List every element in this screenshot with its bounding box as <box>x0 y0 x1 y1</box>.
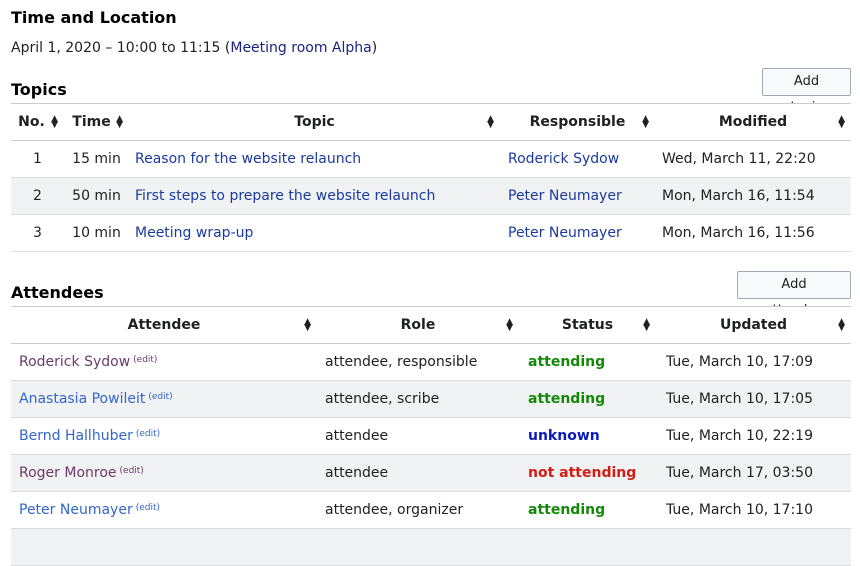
attendee-updated: Tue, March 10, 22:19 <box>656 417 851 455</box>
attendee-role: attendee, scribe <box>317 380 519 418</box>
time-location-heading: Time and Location <box>11 8 177 27</box>
col-header-attendee[interactable]: Attendee ▲ ▼ <box>11 306 317 344</box>
datetime-text: April 1, 2020 – 10:00 to 11:15 <box>11 40 221 56</box>
topic-time: 15 min <box>64 140 129 178</box>
edit-link[interactable]: (edit) <box>136 429 160 439</box>
attendee-updated: Tue, March 10, 17:05 <box>656 380 851 418</box>
sort-icon[interactable]: ▲ ▼ <box>642 115 649 130</box>
table-row: Bernd Hallhuber (edit) attendee unknown T… <box>11 417 851 455</box>
attendee-link[interactable]: Peter Neumayer <box>19 502 133 518</box>
edit-link[interactable]: (edit) <box>136 503 160 513</box>
edit-link[interactable]: (edit) <box>133 355 157 365</box>
sort-icon[interactable]: ▲ ▼ <box>506 318 513 333</box>
attendee-role: attendee, responsible <box>317 343 519 381</box>
attendee-role: attendee, organizer <box>317 491 519 529</box>
topic-link[interactable]: First steps to prepare the website relau… <box>135 188 435 204</box>
attendee-link[interactable]: Bernd Hallhuber <box>19 428 133 444</box>
topics-heading: Topics <box>11 80 67 99</box>
status-badge: attending <box>528 391 606 407</box>
sort-icon[interactable]: ▲ ▼ <box>643 318 650 333</box>
topic-link[interactable]: Meeting wrap-up <box>135 225 253 241</box>
attendees-table: Attendee ▲ ▼ Role ▲ ▼ Status ▲ ▼ Updated ▲ ▼ Rod… <box>11 306 851 566</box>
col-header-label: Topic <box>294 114 335 130</box>
topic-time: 10 min <box>64 214 129 252</box>
status-badge: not attending <box>528 465 637 481</box>
attendee-link[interactable]: Roderick Sydow <box>19 354 130 370</box>
topic-no: 1 <box>11 140 64 178</box>
col-header-role[interactable]: Role ▲ ▼ <box>317 306 519 344</box>
meeting-datetime: April 1, 2020 – 10:00 to 11:15 (Meeting … <box>11 40 378 56</box>
table-row: Peter Neumayer (edit) attendee, organizer… <box>11 491 851 529</box>
col-header-time[interactable]: Time ▲ ▼ <box>64 103 129 141</box>
attendee-updated: Tue, March 10, 17:10 <box>656 491 851 529</box>
topic-modified: Wed, March 11, 22:20 <box>655 140 851 178</box>
attendee-role: attendee <box>317 454 519 492</box>
topic-time: 50 min <box>64 177 129 215</box>
responsible-link[interactable]: Peter Neumayer <box>508 188 622 204</box>
topic-modified: Mon, March 16, 11:56 <box>655 214 851 252</box>
responsible-link[interactable]: Peter Neumayer <box>508 225 622 241</box>
edit-link[interactable]: (edit) <box>120 466 144 476</box>
topic-link[interactable]: Reason for the website relaunch <box>135 151 361 167</box>
attendee-updated: Tue, March 17, 03:50 <box>656 454 851 492</box>
sort-icon[interactable]: ▲ ▼ <box>838 318 845 333</box>
col-header-label: Status <box>561 317 614 333</box>
col-header-label: Updated <box>719 317 788 333</box>
sort-icon[interactable]: ▲ ▼ <box>304 318 311 333</box>
attendee-link[interactable]: Roger Monroe <box>19 465 117 481</box>
add-topic-button[interactable]: Add topic <box>762 68 851 115</box>
col-header-label: Attendee <box>127 317 201 333</box>
table-row: 3 10 min Meeting wrap-up Peter Neumayer … <box>11 214 851 252</box>
col-header-no[interactable]: No. ▲ ▼ <box>11 103 64 141</box>
col-header-modified[interactable]: Modified ▲ ▼ <box>655 103 851 141</box>
attendee-link[interactable]: Anastasia Powileit <box>19 391 145 407</box>
topic-no: 2 <box>11 177 64 215</box>
col-header-updated[interactable]: Updated ▲ ▼ <box>656 306 851 344</box>
col-header-label: No. <box>18 114 45 130</box>
table-row: 1 15 min Reason for the website relaunch… <box>11 140 851 178</box>
status-badge: unknown <box>528 428 600 444</box>
status-badge: attending <box>528 502 606 518</box>
sort-icon[interactable]: ▲ ▼ <box>116 115 123 130</box>
attendee-role: attendee <box>317 417 519 455</box>
col-header-topic[interactable]: Topic ▲ ▼ <box>129 103 500 141</box>
table-row-partial <box>11 528 851 566</box>
topic-modified: Mon, March 16, 11:54 <box>655 177 851 215</box>
col-header-status[interactable]: Status ▲ ▼ <box>519 306 656 344</box>
table-row: Anastasia Powileit (edit) attendee, scrib… <box>11 380 851 418</box>
col-header-label: Role <box>400 317 436 333</box>
sort-icon[interactable]: ▲ ▼ <box>51 115 58 130</box>
col-header-label: Time <box>72 114 111 130</box>
table-row: Roderick Sydow (edit) attendee, responsib… <box>11 343 851 381</box>
attendees-header-row: Attendee ▲ ▼ Role ▲ ▼ Status ▲ ▼ Updated ▲ ▼ <box>11 306 851 344</box>
col-header-label: Modified <box>718 114 788 130</box>
table-row: 2 50 min First steps to prepare the webs… <box>11 177 851 215</box>
sort-icon[interactable]: ▲ ▼ <box>487 115 494 130</box>
edit-link[interactable]: (edit) <box>148 392 172 402</box>
col-header-label: Responsible <box>529 114 626 130</box>
attendees-heading: Attendees <box>11 283 104 302</box>
attendee-updated: Tue, March 10, 17:09 <box>656 343 851 381</box>
topics-table: No. ▲ ▼ Time ▲ ▼ Topic ▲ ▼ Responsible ▲ ▼ Modif… <box>11 103 851 252</box>
topics-header-row: No. ▲ ▼ Time ▲ ▼ Topic ▲ ▼ Responsible ▲ ▼ Modif… <box>11 103 851 141</box>
responsible-link[interactable]: Roderick Sydow <box>508 151 619 167</box>
add-attendee-button[interactable]: Add attendee <box>737 271 851 318</box>
topic-no: 3 <box>11 214 64 252</box>
sort-icon[interactable]: ▲ ▼ <box>838 115 845 130</box>
room-link[interactable]: Meeting room Alpha <box>230 40 371 56</box>
col-header-responsible[interactable]: Responsible ▲ ▼ <box>500 103 655 141</box>
status-badge: attending <box>528 354 606 370</box>
table-row: Roger Monroe (edit) attendee not attendin… <box>11 454 851 492</box>
